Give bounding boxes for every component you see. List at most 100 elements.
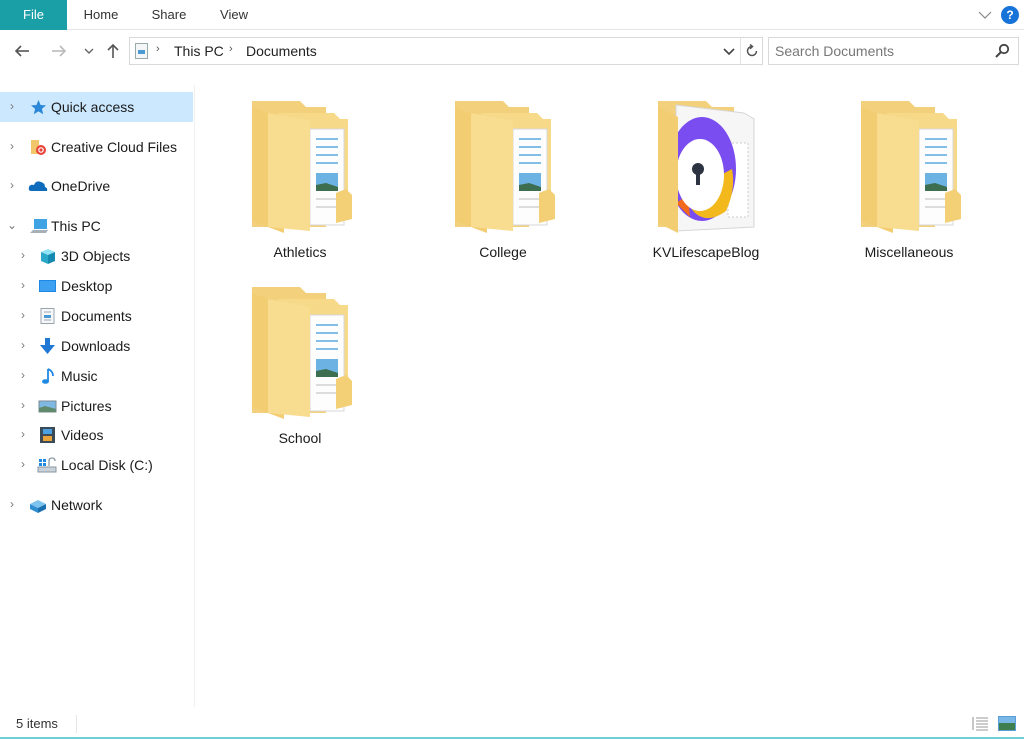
sidebar-item-music[interactable]: › Music [0, 361, 193, 391]
sidebar-item-label: 3D Objects [61, 248, 131, 264]
sidebar-item-label: OneDrive [51, 178, 111, 194]
refresh-button[interactable] [740, 38, 762, 64]
folder-item[interactable]: Miscellaneous [809, 87, 1009, 267]
drive-icon [37, 457, 57, 473]
chevron-right-icon[interactable]: › [6, 139, 18, 153]
file-list: Athletics College KVLifescapeBlog Miscel… [196, 85, 1024, 707]
status-bar: 5 items [0, 707, 1024, 739]
chevron-right-icon[interactable]: › [6, 178, 18, 192]
address-bar[interactable]: › This PC › Documents [129, 37, 763, 65]
sidebar-item-label: This PC [51, 218, 101, 234]
address-history-dropdown[interactable] [722, 42, 736, 63]
help-button[interactable]: ? [1001, 6, 1019, 24]
computer-icon [30, 219, 48, 233]
creative-cloud-folder-icon [31, 140, 46, 155]
tab-home[interactable]: Home [72, 0, 130, 30]
item-count: 5 items [16, 716, 58, 731]
chevron-right-icon[interactable]: › [6, 99, 18, 113]
sidebar-item-label: Music [61, 368, 98, 384]
chevron-down-icon [84, 48, 94, 54]
sidebar-item-quick-access[interactable]: › Quick access [0, 92, 193, 122]
breadcrumb-this-pc[interactable]: This PC [174, 43, 224, 59]
chevron-right-icon[interactable]: › [17, 457, 29, 471]
chevron-right-icon[interactable]: › [17, 308, 29, 322]
recent-locations-button[interactable] [79, 41, 99, 61]
sidebar-item-label: Documents [61, 308, 132, 324]
chevron-right-icon[interactable]: › [17, 338, 29, 352]
sidebar-item-creative-cloud-files[interactable]: › Creative Cloud Files [0, 132, 193, 162]
back-button[interactable] [12, 41, 32, 61]
arrow-right-icon [52, 45, 67, 57]
sidebar-item-label: Quick access [51, 99, 135, 115]
forward-button[interactable] [49, 41, 69, 61]
document-icon [40, 308, 55, 324]
desktop-icon [39, 280, 56, 292]
sidebar-item-videos[interactable]: › Videos [0, 420, 193, 450]
picture-icon [38, 400, 57, 413]
sidebar-item-label: Pictures [61, 398, 112, 414]
folder-item[interactable]: KVLifescapeBlog [606, 87, 806, 267]
navigation-bar: › This PC › Documents [0, 31, 1024, 71]
folder-item[interactable]: College [403, 87, 603, 267]
star-icon [31, 100, 46, 115]
sidebar-item-downloads[interactable]: › Downloads [0, 331, 193, 361]
sidebar-item-local-disk[interactable]: › Local Disk (C:) [0, 450, 193, 480]
music-note-icon [42, 368, 54, 384]
chevron-right-icon[interactable]: › [17, 248, 29, 262]
sidebar-item-label: Local Disk (C:) [61, 457, 153, 473]
tab-share[interactable]: Share [140, 0, 198, 30]
breadcrumb-documents[interactable]: Documents [246, 43, 317, 59]
sidebar-item-this-pc[interactable]: ⌄ This PC [0, 211, 193, 241]
documents-folder-icon [252, 287, 352, 419]
divider [76, 715, 77, 733]
sidebar-item-network[interactable]: › Network [0, 490, 193, 520]
sidebar-item-onedrive[interactable]: › OneDrive [0, 171, 193, 201]
details-view-icon[interactable] [971, 716, 989, 731]
sidebar-item-label: Downloads [61, 338, 131, 354]
chevron-down-icon[interactable]: ⌄ [6, 218, 18, 232]
large-icons-view-button[interactable] [998, 716, 1016, 731]
chevron-right-icon[interactable]: › [17, 368, 29, 382]
chevron-right-icon[interactable]: › [17, 398, 29, 412]
folder-item[interactable]: Athletics [200, 87, 400, 267]
tab-file[interactable]: File [0, 0, 67, 30]
chevron-down-icon [978, 11, 992, 19]
documents-location-icon [135, 43, 148, 59]
up-button[interactable] [103, 41, 123, 61]
arrow-left-icon [14, 45, 29, 57]
sidebar-item-pictures[interactable]: › Pictures [0, 391, 193, 421]
ribbon: File Home Share View ? [0, 0, 1024, 30]
sidebar-item-label: Desktop [61, 278, 113, 294]
chevron-right-icon[interactable]: › [17, 278, 29, 292]
documents-folder-icon [861, 101, 961, 233]
cloud-icon [28, 181, 48, 191]
search-box[interactable] [768, 37, 1019, 65]
app-folder-icon [658, 101, 755, 233]
chevron-right-icon[interactable]: › [17, 427, 29, 441]
tab-view[interactable]: View [208, 0, 260, 30]
documents-folder-icon [252, 101, 352, 233]
search-icon[interactable] [994, 43, 1010, 59]
expand-ribbon-button[interactable] [976, 6, 994, 24]
search-input[interactable] [775, 41, 985, 61]
sidebar-item-label: Videos [61, 427, 104, 443]
sidebar-item-desktop[interactable]: › Desktop [0, 271, 193, 301]
folder-name: School [278, 430, 322, 446]
download-arrow-icon [40, 338, 55, 354]
navigation-pane: › Quick access › Creative Cloud Files › … [0, 85, 195, 707]
chevron-right-icon[interactable]: › [6, 497, 18, 511]
refresh-icon [746, 43, 757, 57]
folder-name: KVLifescapeBlog [652, 244, 760, 260]
folder-item[interactable]: School [200, 273, 400, 453]
sidebar-item-label: Network [51, 497, 103, 513]
documents-folder-icon [455, 101, 555, 233]
breadcrumb-separator[interactable]: › [229, 43, 233, 55]
arrow-up-icon [107, 43, 119, 58]
folder-name: Athletics [273, 244, 327, 260]
cube-icon [41, 249, 55, 264]
sidebar-item-label: Creative Cloud Files [51, 139, 178, 155]
breadcrumb-separator[interactable]: › [156, 43, 160, 55]
sidebar-item-documents[interactable]: › Documents [0, 301, 193, 331]
film-icon [40, 427, 55, 443]
sidebar-item-3d-objects[interactable]: › 3D Objects [0, 241, 193, 271]
